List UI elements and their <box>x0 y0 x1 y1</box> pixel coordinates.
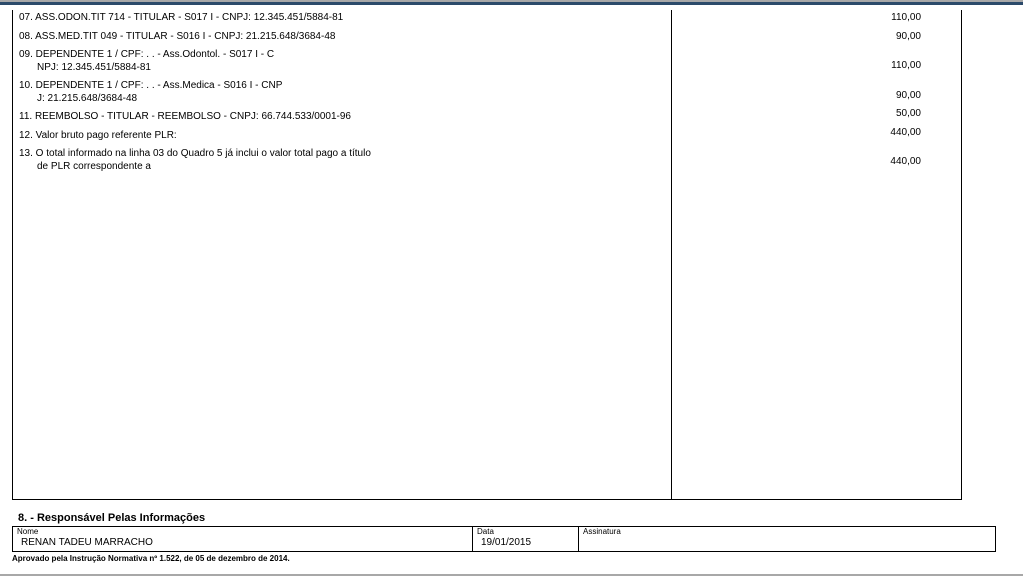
approval-footnote: Aprovado pela Instrução Normativa nº 1.5… <box>12 554 290 563</box>
item-text-line2: NPJ: 12.345.451/5884-81 <box>19 62 665 75</box>
item-value: 110,00 <box>672 58 961 77</box>
nome-label: Nome <box>17 528 468 536</box>
item-text: 08. ASS.MED.TIT 049 - TITULAR - S016 I -… <box>19 31 335 42</box>
assinatura-label: Assinatura <box>583 528 991 536</box>
item-text: 07. ASS.ODON.TIT 714 - TITULAR - S017 I … <box>19 12 343 23</box>
item-text-line2: de PLR correspondente a <box>19 161 665 174</box>
item-row: 08. ASS.MED.TIT 049 - TITULAR - S016 I -… <box>13 29 671 48</box>
items-table: 07. ASS.ODON.TIT 714 - TITULAR - S017 I … <box>12 10 996 490</box>
item-text-line2: J: 21.215.648/3684-48 <box>19 93 665 106</box>
value-column: 110,00 90,00 110,00 90,00 50,00 440,00 4… <box>672 10 962 500</box>
document-page: 07. ASS.ODON.TIT 714 - TITULAR - S017 I … <box>12 10 1010 570</box>
item-value: 90,00 <box>672 88 961 107</box>
item-text: 11. REEMBOLSO - TITULAR - REEMBOLSO - CN… <box>19 111 351 122</box>
item-text: 10. DEPENDENTE 1 / CPF: . . - Ass.Medica… <box>19 80 282 91</box>
item-row: 11. REEMBOLSO - TITULAR - REEMBOLSO - CN… <box>13 109 671 128</box>
item-value: 50,00 <box>672 106 961 125</box>
item-row: 12. Valor bruto pago referente PLR: <box>13 128 671 147</box>
item-row: 09. DEPENDENTE 1 / CPF: . . - Ass.Odonto… <box>13 47 671 78</box>
item-text: 09. DEPENDENTE 1 / CPF: . . - Ass.Odonto… <box>19 49 274 60</box>
description-column: 07. ASS.ODON.TIT 714 - TITULAR - S017 I … <box>12 10 672 500</box>
item-row: 07. ASS.ODON.TIT 714 - TITULAR - S017 I … <box>13 10 671 29</box>
responsavel-data-cell: Data 19/01/2015 <box>473 527 579 551</box>
item-row: 13. O total informado na linha 03 do Qua… <box>13 146 671 177</box>
item-value: 440,00 <box>672 125 961 144</box>
item-value: 110,00 <box>672 10 961 29</box>
responsavel-nome-cell: Nome RENAN TADEU MARRACHO <box>13 527 473 551</box>
responsavel-assinatura-cell: Assinatura <box>579 527 995 551</box>
item-value: 90,00 <box>672 29 961 48</box>
value-spacer <box>672 143 961 154</box>
item-text: 13. O total informado na linha 03 do Qua… <box>19 148 371 159</box>
value-spacer <box>672 47 961 58</box>
item-row: 10. DEPENDENTE 1 / CPF: . . - Ass.Medica… <box>13 78 671 109</box>
value-spacer <box>672 77 961 88</box>
data-value: 19/01/2015 <box>477 536 574 548</box>
item-value: 440,00 <box>672 154 961 173</box>
section-8-title: 8. - Responsável Pelas Informações <box>18 512 205 524</box>
item-text: 12. Valor bruto pago referente PLR: <box>19 130 177 141</box>
nome-value: RENAN TADEU MARRACHO <box>17 536 468 548</box>
section-8-box: Nome RENAN TADEU MARRACHO Data 19/01/201… <box>12 526 996 552</box>
data-label: Data <box>477 528 574 536</box>
document-viewport: 07. ASS.ODON.TIT 714 - TITULAR - S017 I … <box>0 2 1023 574</box>
